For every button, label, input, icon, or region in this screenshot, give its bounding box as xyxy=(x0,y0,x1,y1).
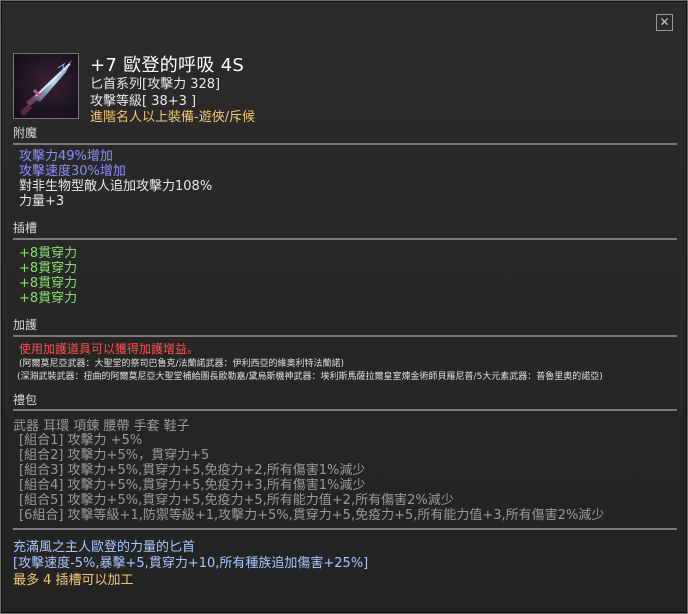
set-combo: [組合4] 攻擊力+5%,貫穿力+5,免疫力+3,所有傷害1%減少 xyxy=(19,478,366,493)
protect-note: (深淵武裝武器：扭曲的阿爾莫尼亞大聖堂補給團長歐勒嘉/黛烏斯機神武器：埃利斯馬薩… xyxy=(17,372,603,382)
protect-section-label: 加護 xyxy=(13,318,38,332)
set-parts: 武器 耳環 項鍊 腰帶 手套 鞋子 xyxy=(13,419,190,434)
set-combo: [組合5] 攻擊力+5%,貫穿力+5,免疫力+5,所有能力值+2,所有傷害2%減… xyxy=(19,493,454,508)
slot-line: +8貫穿力 xyxy=(19,291,78,306)
protect-warning: 使用加護道具可以獲得加護增益。 xyxy=(19,342,200,356)
enchant-line: 對非生物型敵人追加攻擊力108% xyxy=(19,179,213,194)
enchant-line: 攻擊力49%增加 xyxy=(19,149,113,164)
enchant-line: 攻擊速度30%增加 xyxy=(19,164,126,179)
slot-line: +8貫穿力 xyxy=(19,261,78,276)
socket-info: 最多 4 插槽可以加工 xyxy=(13,573,134,588)
close-icon[interactable]: ✕ xyxy=(656,14,673,31)
dagger-icon xyxy=(13,53,79,119)
set-section-label: 禮包 xyxy=(13,393,38,407)
enchant-line: 力量+3 xyxy=(19,194,65,209)
set-combo: [組合3] 攻擊力+5%,貫穿力+5,免疫力+2,所有傷害1%減少 xyxy=(19,463,366,478)
set-combo: [組合1] 攻擊力 +5% xyxy=(19,433,143,448)
slot-divider xyxy=(13,238,677,240)
slot-line: +8貫穿力 xyxy=(19,276,78,291)
set-combo: [6組合] 攻擊等級+1,防禦等級+1,攻擊力+5%,貫穿力+5,免疫力+5,所… xyxy=(19,508,605,523)
enchant-section-label: 附魔 xyxy=(13,126,38,140)
bottom-divider xyxy=(13,528,677,530)
slot-line: +8貫穿力 xyxy=(19,246,78,261)
item-tooltip: ✕ +7 歐登的呼吸 4S 匕首系列[攻擊力 328] 攻擊等級[ 38+3 ]… xyxy=(0,0,688,614)
enchant-divider xyxy=(13,143,677,145)
set-divider xyxy=(13,409,677,411)
item-requirement: 進階名人以上裝備-遊俠/斥候 xyxy=(90,110,256,125)
set-combo: [組合2] 攻擊力+5%，貫穿力+5 xyxy=(19,448,210,463)
protect-divider xyxy=(13,335,677,337)
slot-section-label: 插槽 xyxy=(13,221,38,235)
